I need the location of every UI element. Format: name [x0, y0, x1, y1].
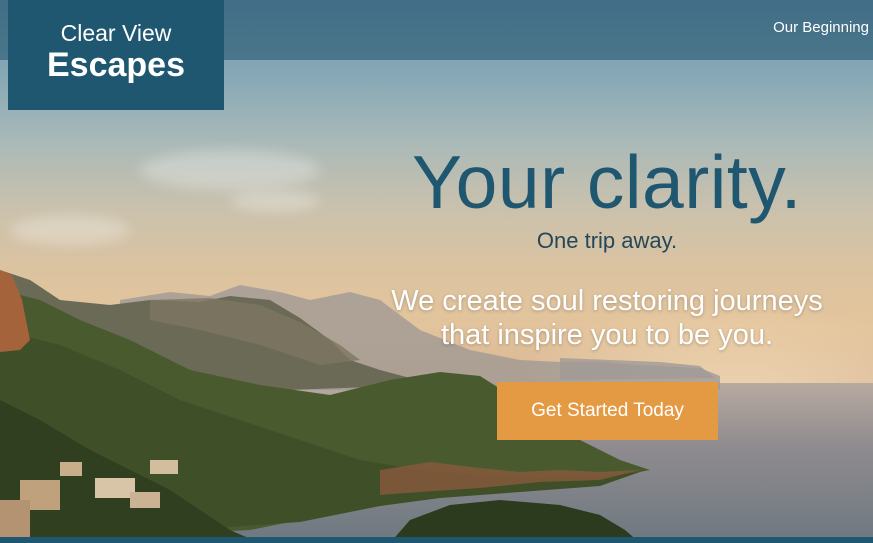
hero-tagline: We create soul restoring journeys that i… [370, 284, 844, 352]
nav-link-our-beginning[interactable]: Our Beginning [773, 19, 869, 37]
hero-tagline-line1: We create soul restoring journeys [391, 285, 823, 317]
footer-strip [0, 537, 873, 543]
brand-name-line1: Clear View [60, 20, 172, 46]
hero-subheadline: One trip away. [536, 228, 678, 253]
hero-tagline-line2: that inspire you to be you. [440, 319, 774, 351]
get-started-button[interactable]: Get Started Today [497, 382, 718, 440]
brand-logo[interactable]: Clear View Escapes [8, 0, 224, 110]
brand-name-line2: Escapes [47, 46, 185, 84]
hero-headline: Your clarity. [412, 140, 802, 224]
